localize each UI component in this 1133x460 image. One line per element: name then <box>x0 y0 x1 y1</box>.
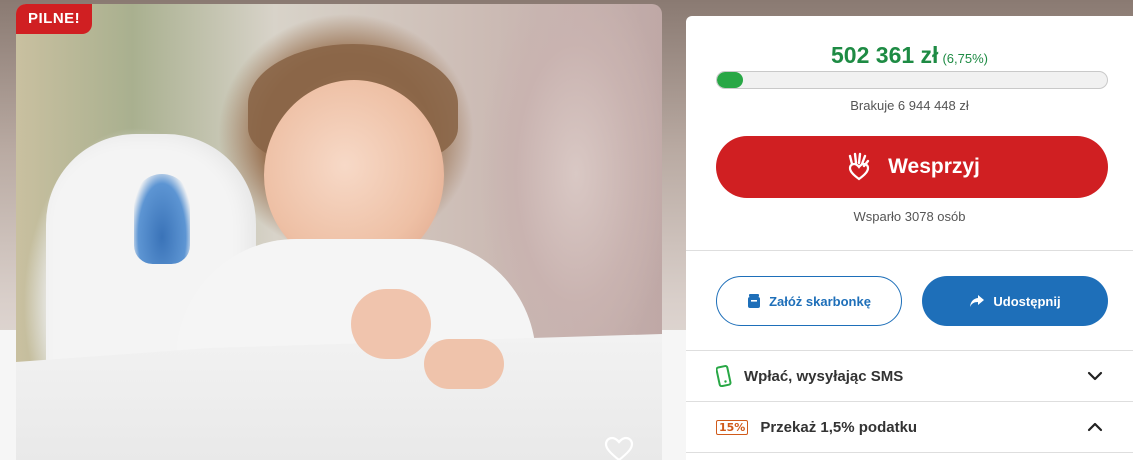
support-button[interactable]: Wesprzyj <box>716 136 1108 198</box>
share-button[interactable]: Udostępnij <box>922 276 1108 326</box>
create-piggybank-label: Załóż skarbonkę <box>769 293 871 309</box>
sms-donation-row[interactable]: Wpłać, wysyłając SMS <box>686 351 1133 401</box>
share-arrow-icon <box>970 295 985 307</box>
fundraiser-photo[interactable] <box>16 4 662 460</box>
chair-sticker <box>134 174 190 264</box>
amount-value: 502 361 zł <box>831 42 939 68</box>
child-hand <box>424 339 504 389</box>
divider <box>686 452 1133 453</box>
sms-donation-label: Wpłać, wysyłając SMS <box>744 367 904 385</box>
chevron-up-icon <box>1087 422 1103 432</box>
piggybank-jar-icon <box>748 294 761 308</box>
divider <box>686 250 1133 251</box>
phone-icon <box>716 365 732 387</box>
donation-panel: 502 361 zł (6,75%) Brakuje 6 944 448 zł W… <box>686 16 1133 460</box>
missing-amount: Brakuje 6 944 448 zł <box>850 98 969 113</box>
tax-donation-label: Przekaż 1,5% podatku <box>760 418 918 436</box>
progress-fill <box>717 72 744 88</box>
child-hand <box>351 289 431 359</box>
tax-percent-icon: 15% <box>716 419 749 435</box>
amount-raised: 502 361 zł (6,75%) <box>686 42 1133 69</box>
support-button-label: Wesprzyj <box>888 155 980 178</box>
tax-donation-row[interactable]: 15% Przekaż 1,5% podatku <box>686 402 1133 452</box>
favorite-heart-icon[interactable] <box>604 436 634 460</box>
urgent-badge: PILNE! <box>16 4 93 34</box>
chevron-down-icon <box>1087 371 1103 381</box>
share-button-label: Udostępnij <box>993 293 1061 309</box>
create-piggybank-button[interactable]: Załóż skarbonkę <box>716 276 902 326</box>
supporters-count: Wsparło 3078 osób <box>853 209 966 224</box>
amount-percent: (6,75%) <box>942 51 988 66</box>
progress-bar <box>716 71 1108 89</box>
helping-hand-heart-icon <box>848 152 870 181</box>
